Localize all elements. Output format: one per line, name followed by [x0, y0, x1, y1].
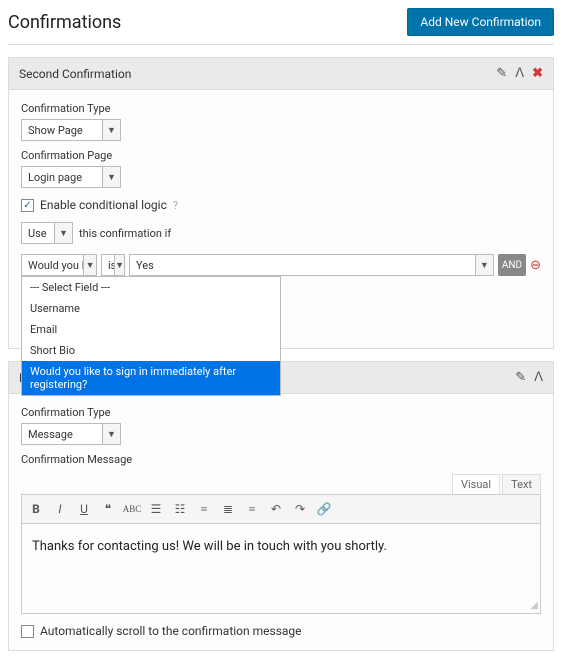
select-value: Yes — [130, 255, 475, 275]
chevron-down-icon: ▼ — [114, 255, 124, 275]
select-value: Login page — [22, 167, 102, 187]
panel-body: Confirmation Type Show Page ▼ Confirmati… — [9, 90, 553, 348]
add-confirmation-button[interactable]: Add New Confirmation — [407, 8, 554, 36]
condition-row: Would you like ▼ is ▼ Yes ▼ AND ⊖ --- Se… — [21, 254, 541, 276]
panel-title: Second Confirmation — [19, 67, 131, 81]
redo-icon[interactable]: ↷ — [290, 499, 310, 519]
confirmation-type-select[interactable]: Show Page ▼ — [21, 119, 121, 141]
editor-tabs: Visual Text — [21, 474, 541, 494]
help-icon[interactable]: ? — [173, 199, 178, 212]
page-label: Confirmation Page — [21, 149, 541, 162]
condition-value-select[interactable]: Yes ▼ — [129, 254, 494, 276]
logic-scope-row: Use ▼ this confirmation if — [21, 222, 541, 244]
panel-default-confirmation: Default Confirmation ✎ ᐱ Confirmation Ty… — [8, 361, 554, 651]
dropdown-option[interactable]: Short Bio — [22, 340, 280, 361]
autoscroll-label: Automatically scroll to the confirmation… — [40, 624, 302, 638]
select-value: Message — [22, 424, 102, 444]
enable-logic-checkbox[interactable]: ✓ — [21, 199, 34, 212]
delete-icon[interactable]: ✖ — [532, 66, 543, 81]
select-value: Would you like — [22, 255, 83, 275]
type-label: Confirmation Type — [21, 406, 541, 419]
message-label: Confirmation Message — [21, 453, 541, 466]
list-bullet-icon[interactable]: ☰ — [146, 499, 166, 519]
dropdown-option[interactable]: Username — [22, 298, 280, 319]
align-right-icon[interactable]: ≡ — [242, 499, 262, 519]
type-label: Confirmation Type — [21, 102, 541, 115]
field-dropdown-open: --- Select Field --- Username Email Shor… — [21, 276, 281, 396]
panel-second-confirmation: Second Confirmation ✎ ᐱ ✖ Confirmation T… — [8, 57, 554, 349]
dropdown-option-highlighted[interactable]: Would you like to sign in immediately af… — [22, 361, 280, 395]
condition-field-select[interactable]: Would you like ▼ — [21, 254, 97, 276]
remove-condition-icon[interactable]: ⊖ — [530, 254, 541, 276]
bold-icon[interactable]: B — [26, 499, 46, 519]
autoscroll-row: Automatically scroll to the confirmation… — [21, 624, 541, 638]
page-header: Confirmations Add New Confirmation — [8, 8, 554, 45]
chevron-down-icon: ▼ — [475, 255, 493, 275]
edit-icon[interactable]: ✎ — [496, 66, 507, 81]
select-value: Use — [22, 223, 54, 243]
editor-toolbar: B I U ❝ ABC ☰ ☷ ≡ ≣ ≡ ↶ ↷ 🔗 — [21, 494, 541, 524]
align-center-icon[interactable]: ≣ — [218, 499, 238, 519]
undo-icon[interactable]: ↶ — [266, 499, 286, 519]
condition-operator-select[interactable]: is ▼ — [101, 254, 125, 276]
confirmation-page-select[interactable]: Login page ▼ — [21, 166, 121, 188]
enable-logic-label: Enable conditional logic — [40, 198, 167, 212]
autoscroll-checkbox[interactable] — [21, 625, 34, 638]
chevron-down-icon: ▼ — [83, 255, 96, 275]
italic-icon[interactable]: I — [50, 499, 70, 519]
chevron-down-icon: ▼ — [102, 120, 120, 140]
dropdown-option[interactable]: --- Select Field --- — [22, 277, 280, 298]
editor-content[interactable]: Thanks for contacting us! We will be in … — [21, 524, 541, 614]
confirmation-type-select[interactable]: Message ▼ — [21, 423, 121, 445]
panel-body: Confirmation Type Message ▼ Confirmation… — [9, 394, 553, 650]
resize-handle-icon[interactable]: ◢ — [530, 600, 538, 611]
align-left-icon[interactable]: ≡ — [194, 499, 214, 519]
collapse-icon[interactable]: ᐱ — [515, 66, 524, 81]
list-number-icon[interactable]: ☷ — [170, 499, 190, 519]
tab-text[interactable]: Text — [502, 474, 541, 494]
and-button[interactable]: AND — [498, 254, 526, 276]
panel-actions: ✎ ᐱ — [515, 370, 543, 385]
panel-header: Second Confirmation ✎ ᐱ ✖ — [9, 58, 553, 90]
tab-visual[interactable]: Visual — [452, 474, 500, 494]
strike-icon[interactable]: ABC — [122, 499, 142, 519]
chevron-down-icon: ▼ — [102, 424, 120, 444]
link-icon[interactable]: 🔗 — [314, 499, 334, 519]
quote-icon[interactable]: ❝ — [98, 499, 118, 519]
select-value: Show Page — [22, 120, 102, 140]
enable-logic-row: ✓ Enable conditional logic ? — [21, 198, 541, 212]
select-value: is — [102, 255, 114, 275]
edit-icon[interactable]: ✎ — [515, 370, 526, 385]
collapse-icon[interactable]: ᐱ — [534, 370, 543, 385]
underline-icon[interactable]: U — [74, 499, 94, 519]
logic-text: this confirmation if — [79, 227, 171, 240]
panel-actions: ✎ ᐱ ✖ — [496, 66, 543, 81]
chevron-down-icon: ▼ — [102, 167, 120, 187]
dropdown-option[interactable]: Email — [22, 319, 280, 340]
chevron-down-icon: ▼ — [54, 223, 72, 243]
logic-scope-select[interactable]: Use ▼ — [21, 222, 73, 244]
page-title: Confirmations — [8, 12, 121, 33]
